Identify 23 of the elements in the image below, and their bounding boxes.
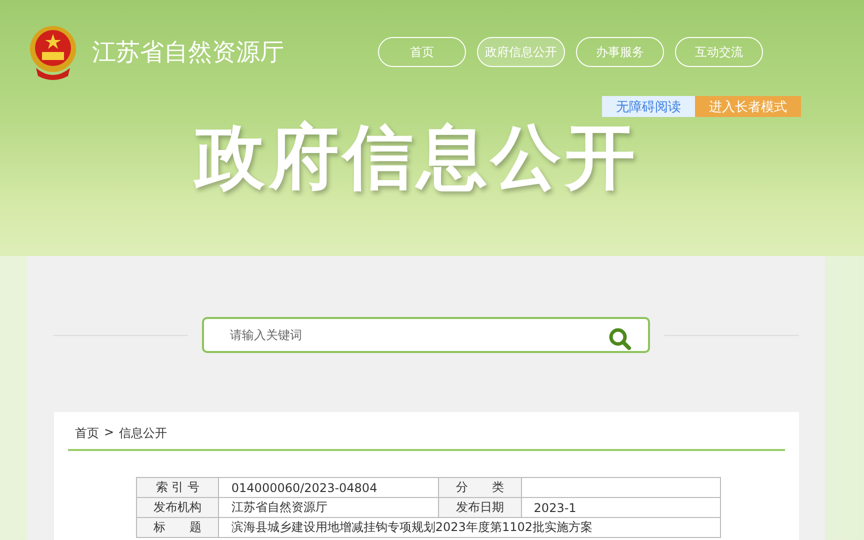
search-field[interactable]: 请输入关键词 xyxy=(202,317,650,353)
field-label: 分 类 xyxy=(438,478,522,498)
field-value: 2023-1 xyxy=(521,498,720,518)
nav-tab[interactable]: 首页 xyxy=(378,37,466,67)
breadcrumb-link[interactable]: 信息公开 xyxy=(119,425,168,442)
field-label: 索 引 号 xyxy=(136,478,219,498)
breadcrumb-separator: > xyxy=(104,425,114,441)
site-title: 江苏省自然资源厅 xyxy=(92,37,285,68)
field-label: 标 题 xyxy=(136,518,219,538)
accessible-reading-link[interactable]: 无障碍阅读 xyxy=(602,96,695,117)
breadcrumb-link[interactable]: 首页 xyxy=(75,425,99,442)
field-value: 江苏省自然资源厅 xyxy=(218,498,439,518)
field-label: 发布日期 xyxy=(438,498,522,518)
national-emblem-icon xyxy=(28,24,78,80)
nav-tab[interactable]: 办事服务 xyxy=(576,37,664,67)
elder-mode-link[interactable]: 进入长者模式 xyxy=(695,96,801,117)
nav-tab[interactable]: 互动交流 xyxy=(675,37,763,67)
field-label: 发布机构 xyxy=(136,498,219,518)
nav-tab[interactable]: 政府信息公开 xyxy=(477,37,565,67)
search-icon[interactable] xyxy=(608,327,632,351)
banner-title: 政府信息公开 xyxy=(195,115,639,200)
field-value: 滨海县城乡建设用地增减挂钩专项规划2023年度第1102批实施方案 xyxy=(218,518,720,538)
field-value: 014000060/2023-04804 xyxy=(218,478,439,498)
